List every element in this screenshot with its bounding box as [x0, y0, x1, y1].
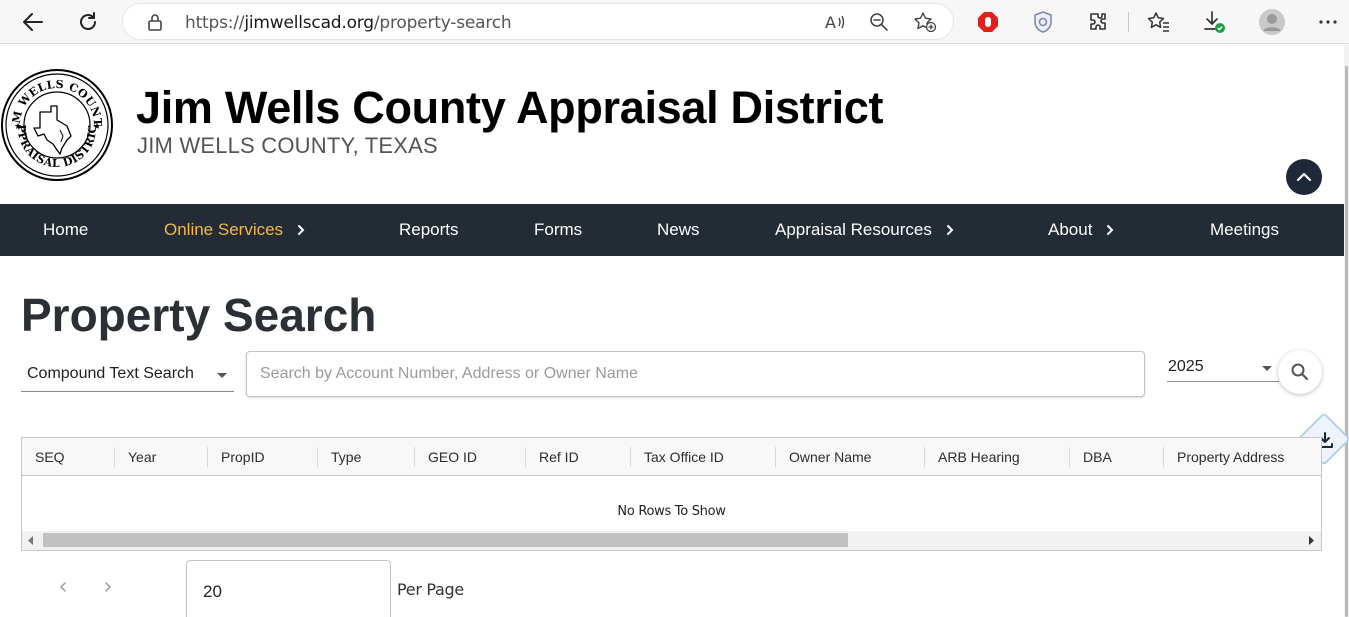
chevron-right-icon — [297, 224, 305, 236]
browser-toolbar: https://jimwellscad.org/property-search … — [0, 0, 1349, 44]
downloads-icon[interactable] — [1199, 7, 1229, 37]
main-nav: Home Online Services Reports Forms News … — [0, 204, 1344, 256]
column-header-year[interactable]: Year — [128, 438, 156, 476]
site-subtitle: JIM WELLS COUNTY, TEXAS — [137, 133, 438, 158]
column-resize-handle[interactable] — [775, 447, 776, 467]
nav-item-appraisal-resources[interactable]: Appraisal Resources — [775, 204, 954, 256]
per-page-label: Per Page — [397, 580, 464, 599]
column-header-dba[interactable]: DBA — [1083, 438, 1112, 476]
column-resize-handle[interactable] — [114, 447, 115, 467]
nav-item-about[interactable]: About — [1048, 204, 1114, 256]
column-resize-handle[interactable] — [1163, 447, 1164, 467]
site-title[interactable]: Jim Wells County Appraisal District — [136, 82, 883, 134]
column-header-ref-id[interactable]: Ref ID — [539, 438, 579, 476]
search-type-value: Compound Text Search — [27, 365, 194, 382]
dropdown-caret-icon — [217, 373, 227, 378]
grid-horizontal-scrollbar[interactable] — [22, 531, 1321, 550]
svg-text:★: ★ — [93, 121, 101, 131]
grid-header: SEQ Year PropID Type GEO ID Ref ID Tax O… — [22, 438, 1321, 476]
refresh-icon[interactable] — [73, 7, 103, 37]
column-header-propid[interactable]: PropID — [221, 438, 265, 476]
per-page-value: 20 — [203, 582, 222, 601]
nav-item-news[interactable]: News — [657, 204, 700, 256]
next-page-button[interactable] — [96, 575, 120, 599]
column-header-owner-name[interactable]: Owner Name — [789, 438, 871, 476]
column-header-seq[interactable]: SEQ — [35, 438, 65, 476]
district-seal-logo[interactable]: JIM WELLS COUNTY APPRAISAL DISTRICT ★ ★ — [0, 58, 114, 182]
page-scrollbar-thumb[interactable] — [1345, 66, 1348, 617]
svg-text:★: ★ — [14, 121, 22, 131]
chevron-right-icon — [946, 224, 954, 236]
chevron-up-icon — [1296, 172, 1312, 182]
favorites-icon[interactable] — [1144, 7, 1174, 37]
column-header-property-address[interactable]: Property Address — [1177, 438, 1284, 476]
column-resize-handle[interactable] — [207, 447, 208, 467]
svg-text:A: A — [825, 13, 836, 31]
year-select[interactable]: 2025 — [1167, 352, 1279, 382]
back-icon[interactable] — [18, 7, 48, 37]
column-resize-handle[interactable] — [1069, 447, 1070, 467]
column-resize-handle[interactable] — [630, 447, 631, 467]
address-bar[interactable]: https://jimwellscad.org/property-search … — [122, 3, 954, 40]
per-page-select[interactable]: 20 — [186, 560, 391, 617]
column-header-geo-id[interactable]: GEO ID — [428, 438, 477, 476]
extensions-icon[interactable] — [1083, 7, 1113, 37]
search-type-select[interactable]: Compound Text Search — [21, 356, 234, 392]
nav-item-forms[interactable]: Forms — [534, 204, 582, 256]
nav-item-home[interactable]: Home — [43, 204, 88, 256]
column-resize-handle[interactable] — [414, 447, 415, 467]
grid-scrollbar-thumb[interactable] — [43, 533, 848, 547]
more-options-icon[interactable] — [1313, 7, 1343, 37]
zoom-out-icon[interactable] — [865, 8, 893, 36]
chevron-right-icon — [105, 582, 112, 592]
search-button[interactable] — [1278, 350, 1322, 394]
read-aloud-icon[interactable]: A — [821, 8, 849, 36]
adblock-extension-icon[interactable] — [973, 7, 1003, 37]
column-resize-handle[interactable] — [924, 447, 925, 467]
add-favorite-icon[interactable] — [911, 8, 939, 36]
property-search-input[interactable] — [246, 351, 1145, 397]
profile-avatar-icon[interactable] — [1257, 7, 1287, 37]
dropdown-caret-icon — [1262, 366, 1272, 371]
column-header-arb-hearing[interactable]: ARB Hearing — [938, 438, 1020, 476]
chevron-left-icon — [59, 582, 66, 592]
scroll-right-icon[interactable] — [1308, 536, 1314, 545]
chevron-right-icon — [1106, 224, 1114, 236]
grid-empty-message: No Rows To Show — [617, 504, 726, 519]
column-resize-handle[interactable] — [525, 447, 526, 467]
results-grid: SEQ Year PropID Type GEO ID Ref ID Tax O… — [21, 437, 1322, 551]
lock-icon[interactable] — [141, 8, 169, 36]
column-resize-handle[interactable] — [317, 447, 318, 467]
column-header-type[interactable]: Type — [331, 438, 361, 476]
nav-item-online-services[interactable]: Online Services — [164, 204, 305, 256]
page-title: Property Search — [21, 289, 377, 341]
toolbar-divider — [1128, 12, 1129, 32]
scroll-left-icon[interactable] — [28, 536, 34, 545]
year-value: 2025 — [1168, 358, 1204, 375]
url-text[interactable]: https://jimwellscad.org/property-search — [185, 13, 512, 33]
shield-extension-icon[interactable] — [1028, 7, 1058, 37]
column-header-tax-office-id[interactable]: Tax Office ID — [644, 438, 724, 476]
nav-item-reports[interactable]: Reports — [399, 204, 459, 256]
previous-page-button[interactable] — [51, 575, 75, 599]
nav-item-meetings[interactable]: Meetings — [1210, 204, 1279, 256]
search-icon — [1291, 363, 1309, 381]
scroll-to-top-button[interactable] — [1286, 159, 1322, 195]
